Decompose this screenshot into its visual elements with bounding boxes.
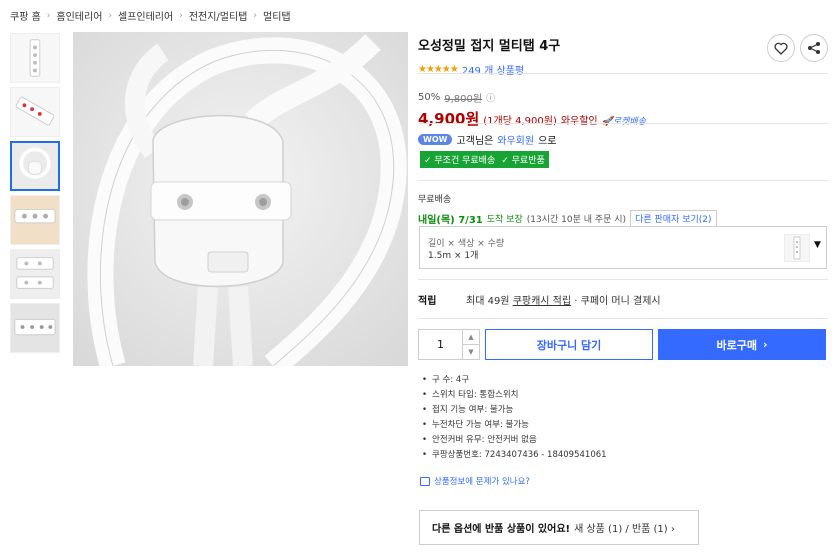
- spec-item: 쿠팡상품번호: 7243407436 - 18409541061: [422, 448, 607, 460]
- add-to-cart-button[interactable]: 장바구니 담기: [485, 329, 653, 360]
- breadcrumb-item[interactable]: 셀프인테리어: [118, 8, 173, 23]
- points-suffix: · 쿠페이 머니 결제시: [574, 296, 661, 307]
- thumbnail-4[interactable]: [10, 195, 60, 245]
- spec-item: 스위치 타입: 통합스위치: [422, 388, 607, 400]
- thumbnail-5[interactable]: [10, 249, 60, 299]
- points-label: 적립: [418, 296, 437, 307]
- chevron-right-icon: ›: [253, 10, 257, 21]
- buy-now-label: 바로구매: [716, 338, 757, 352]
- free-return-badge: ✓ 무료반품: [501, 156, 545, 166]
- thumbnail-6[interactable]: [10, 303, 60, 353]
- increase-quantity-button[interactable]: ▲: [463, 330, 479, 345]
- spec-item: 구 수: 4구: [422, 373, 607, 385]
- return-offer-box[interactable]: 다른 옵션에 반품 상품이 있어요! 새 상품 (1) / 반품 (1) ›: [419, 510, 699, 545]
- sale-price: 4,900원: [418, 110, 480, 128]
- breadcrumb: 쿠팡 홈 › 홈인테리어 › 셀프인테리어 › 전전지/멀티탭 › 멀티탭: [10, 8, 291, 24]
- coupang-cash-link[interactable]: 쿠팡캐시 적립: [513, 296, 571, 307]
- wow-member-link[interactable]: 와우회원: [497, 132, 534, 147]
- wow-suffix: 으로: [538, 136, 557, 147]
- free-shipping-label: 무료배송: [418, 195, 452, 205]
- divider: [418, 318, 828, 319]
- rocket-icon: 🚀: [601, 117, 613, 127]
- share-icon: [808, 42, 820, 54]
- report-issue-label: 상품정보에 문제가 있나요?: [434, 477, 530, 487]
- divider: [418, 73, 828, 74]
- quantity-stepper[interactable]: 1 ▲ ▼: [418, 329, 480, 360]
- divider: [418, 123, 828, 124]
- quantity-input[interactable]: 1: [419, 330, 462, 359]
- discount-line: 50% 9,800원 ⓘ: [418, 90, 646, 105]
- option-value: 1.5m × 1개: [428, 251, 479, 261]
- points-row: 적립 최대 49원 쿠팡캐시 적립 · 쿠페이 머니 결제시: [418, 292, 661, 307]
- thumbnail-list: [10, 33, 62, 357]
- wow-discount-label: 와우할인: [560, 116, 598, 127]
- delivery-line: 내일(목) 7/31 도착 보장 (13시간 10분 내 주문 시) 다른 판매…: [418, 210, 717, 227]
- main-product-image[interactable]: [73, 32, 408, 366]
- caret-down-icon: ▼: [814, 240, 821, 250]
- report-issue-link[interactable]: 상품정보에 문제가 있나요?: [420, 475, 530, 487]
- spec-item: 누전차단 가능 여부: 불가능: [422, 418, 607, 430]
- discount-rate: 50%: [418, 92, 441, 103]
- divider: [418, 279, 828, 280]
- divider: [418, 180, 828, 181]
- thumbnail-3-selected[interactable]: [10, 141, 60, 191]
- wow-prefix: 고객님은: [456, 136, 494, 147]
- product-info-panel: 오성정밀 접지 멀티탭 4구 ★★★★★ 249 개 상품평 50% 9,800…: [418, 32, 828, 545]
- points-amount: 최대 49원: [466, 296, 510, 307]
- breadcrumb-item[interactable]: 쿠팡 홈: [10, 8, 41, 23]
- spec-item: 안전커버 유무: 안전커버 없음: [422, 433, 607, 445]
- message-icon: [420, 476, 430, 486]
- unit-price: (1개당 4,900원): [483, 116, 557, 127]
- delivery-date: 내일(목) 7/31: [418, 215, 483, 226]
- share-button[interactable]: [800, 34, 828, 62]
- points-text: 최대 49원 쿠팡캐시 적립 · 쿠페이 머니 결제시: [466, 292, 661, 307]
- delivery-guarantee: 도착 보장: [486, 215, 523, 225]
- shipping-info: 무료배송 내일(목) 7/31 도착 보장 (13시간 10분 내 주문 시) …: [418, 192, 717, 227]
- review-count-link[interactable]: 249 개 상품평: [462, 62, 524, 77]
- wishlist-button[interactable]: [767, 34, 795, 62]
- breadcrumb-item[interactable]: 홈인테리어: [56, 8, 102, 23]
- chevron-right-icon: ›: [762, 338, 768, 351]
- free-shipping-badge: ✓ 무조건 무료배송: [424, 156, 496, 166]
- return-offer-counts: 새 상품 (1) / 반품 (1) ›: [574, 524, 675, 535]
- decrease-quantity-button[interactable]: ▼: [463, 345, 479, 359]
- breadcrumb-item[interactable]: 전전지/멀티탭: [189, 8, 248, 23]
- rating-row: ★★★★★ 249 개 상품평: [418, 62, 828, 77]
- heart-icon: [774, 42, 788, 55]
- chevron-right-icon: ›: [179, 10, 183, 21]
- return-offer-title: 다른 옵션에 반품 상품이 있어요!: [432, 524, 571, 535]
- option-select[interactable]: 길이 × 색상 × 수량 1.5m × 1개 ▼: [419, 226, 827, 269]
- delivery-cutoff-note: (13시간 10분 내 주문 시): [526, 215, 627, 225]
- rocket-delivery-badge: 🚀로켓배송: [602, 114, 646, 127]
- original-price: 9,800원: [444, 94, 483, 105]
- wow-member-line: WOW 고객님은 와우회원 으로: [418, 132, 556, 147]
- option-thumbnail: [784, 234, 810, 262]
- spec-item: 접지 기능 여부: 불가능: [422, 403, 607, 415]
- purchase-row: 1 ▲ ▼ 장바구니 담기 바로구매 ›: [418, 329, 826, 360]
- product-spec-list: 구 수: 4구 스위치 타입: 통합스위치 접지 기능 여부: 불가능 누전차단…: [422, 373, 607, 463]
- price-line: 4,900원 (1개당 4,900원) 와우할인 🚀로켓배송: [418, 108, 646, 129]
- wow-benefit-badges: ✓ 무조건 무료배송 ✓ 무료반품: [420, 151, 549, 168]
- rocket-label: 로켓배송: [612, 117, 646, 127]
- other-seller-button[interactable]: 다른 판매자 보기(2): [630, 210, 717, 227]
- breadcrumb-item[interactable]: 멀티탭: [263, 8, 291, 23]
- chevron-right-icon: ›: [46, 10, 51, 21]
- info-icon[interactable]: ⓘ: [486, 91, 495, 104]
- quantity-arrows: ▲ ▼: [462, 330, 479, 359]
- wow-badge: WOW: [418, 134, 453, 145]
- thumbnail-1[interactable]: [10, 33, 60, 83]
- chevron-right-icon: ›: [108, 10, 112, 21]
- buy-now-button[interactable]: 바로구매 ›: [658, 329, 826, 360]
- thumbnail-2[interactable]: [10, 87, 60, 137]
